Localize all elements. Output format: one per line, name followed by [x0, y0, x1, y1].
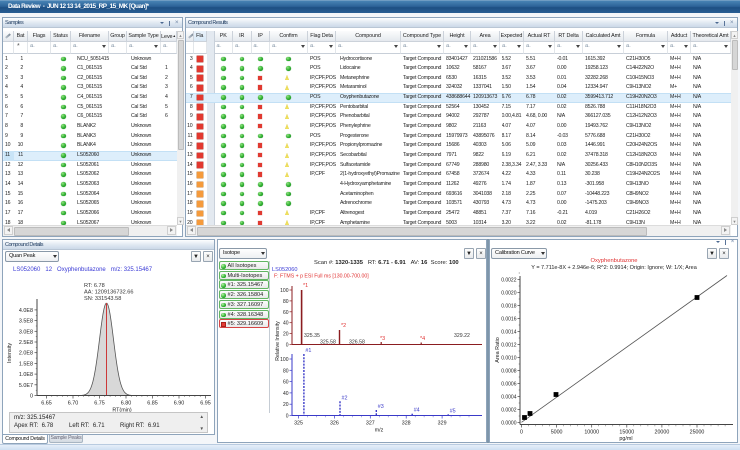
svg-text:25000: 25000 [690, 430, 705, 436]
svg-text:3.5E8: 3.5E8 [19, 319, 33, 325]
svg-text:0: 0 [286, 343, 289, 349]
svg-text:325.58: 325.58 [320, 340, 336, 346]
svg-text:325: 325 [294, 421, 303, 427]
svg-text:80: 80 [283, 368, 289, 374]
svg-text:329: 329 [438, 421, 447, 427]
svg-text:1.0E8: 1.0E8 [19, 372, 33, 378]
svg-text:100: 100 [280, 288, 289, 294]
svg-text:4.0E8: 4.0E8 [19, 308, 33, 314]
svg-text:0.0018: 0.0018 [501, 304, 517, 310]
svg-text:3.0E8: 3.0E8 [19, 329, 33, 335]
svg-text:20000: 20000 [655, 430, 670, 436]
svg-text:SN: 331543.58: SN: 331543.58 [84, 296, 121, 302]
svg-text:Area Ratio: Area Ratio [495, 337, 501, 362]
svg-text:6.75: 6.75 [94, 401, 105, 407]
svg-text:6.90: 6.90 [174, 401, 185, 407]
svg-text:0.0014: 0.0014 [501, 330, 517, 336]
svg-text:AA: 1209136732.66: AA: 1209136732.66 [84, 290, 133, 296]
svg-text:6.85: 6.85 [147, 401, 158, 407]
svg-text:10000: 10000 [584, 430, 599, 436]
svg-text:Y = 7.711e-8X + 2.946e-6; R^2: Y = 7.711e-8X + 2.946e-6; R^2: 0.9914; O… [531, 265, 697, 271]
svg-text:0.0008: 0.0008 [501, 369, 517, 375]
svg-text:5.0E7: 5.0E7 [19, 383, 33, 389]
svg-text:m/z: m/z [375, 428, 384, 434]
svg-text:327: 327 [366, 421, 375, 427]
svg-text:0: 0 [520, 430, 523, 436]
svg-text:100: 100 [280, 357, 289, 363]
svg-text:0.0012: 0.0012 [501, 343, 517, 349]
svg-text:0.0004: 0.0004 [501, 395, 517, 401]
svg-text:Oxyphenbutazone: Oxyphenbutazone [590, 258, 637, 264]
svg-text:#5: #5 [450, 408, 456, 414]
svg-text:pg/ml: pg/ml [619, 436, 632, 442]
svg-text:0.0016: 0.0016 [501, 317, 517, 323]
svg-text:0.0020: 0.0020 [501, 291, 517, 297]
svg-text:Scan #: 1320-1335 RT: 6.71 -: Scan #: 1320-1335 RT: 6.71 - 6.91 AV: 16… [314, 260, 459, 266]
svg-text:RT: 6.78: RT: 6.78 [84, 283, 105, 289]
svg-text:0.0010: 0.0010 [501, 356, 517, 362]
svg-text:LS052060 12 Oxyphenbutazon: LS052060 12 Oxyphenbutazone m/z: 325.154… [13, 267, 153, 273]
svg-text:Intensity: Intensity [7, 343, 13, 363]
svg-text:6.95: 6.95 [200, 401, 211, 407]
svg-text:60: 60 [283, 310, 289, 316]
svg-text:LS052060: LS052060 [272, 267, 298, 273]
svg-text:#4: #4 [414, 408, 420, 414]
svg-text:325.35: 325.35 [304, 333, 320, 339]
svg-text:1.5E8: 1.5E8 [19, 361, 33, 367]
svg-text:20: 20 [283, 332, 289, 338]
svg-text:0.0022: 0.0022 [501, 278, 517, 284]
svg-text:0.0006: 0.0006 [501, 382, 517, 388]
svg-text:326: 326 [330, 421, 339, 427]
svg-text:40: 40 [283, 391, 289, 397]
svg-text:Relative Intensity: Relative Intensity [275, 321, 281, 361]
svg-text:F: FTMS + p ESI Full ms [130.0: F: FTMS + p ESI Full ms [130.00-700.00] [274, 274, 369, 280]
svg-text:80: 80 [283, 299, 289, 305]
svg-text:40: 40 [283, 321, 289, 327]
svg-text:328: 328 [402, 421, 411, 427]
svg-text:5000: 5000 [551, 430, 563, 436]
svg-text:15000: 15000 [619, 430, 634, 436]
svg-text:20: 20 [283, 402, 289, 408]
svg-text:0.0000: 0.0000 [501, 421, 517, 427]
svg-text:*4: *4 [420, 336, 425, 342]
svg-text:0: 0 [286, 414, 289, 420]
svg-text:6.80: 6.80 [121, 401, 132, 407]
svg-text:2.5E8: 2.5E8 [19, 340, 33, 346]
svg-text:0: 0 [30, 394, 33, 400]
svg-text:*2: *2 [341, 323, 346, 329]
svg-text:6.70: 6.70 [68, 401, 79, 407]
svg-text:#3: #3 [378, 404, 384, 410]
svg-text:326.58: 326.58 [349, 340, 365, 346]
svg-text:#2: #2 [342, 395, 348, 401]
svg-text:*3: *3 [380, 336, 385, 342]
svg-text:0.0002: 0.0002 [501, 408, 517, 414]
svg-text:6.65: 6.65 [41, 401, 52, 407]
svg-text:329.22: 329.22 [454, 333, 470, 339]
svg-text:2.0E8: 2.0E8 [19, 351, 33, 357]
svg-text:*1: *1 [303, 283, 308, 289]
svg-text:60: 60 [283, 380, 289, 386]
svg-text:#1: #1 [305, 348, 311, 354]
